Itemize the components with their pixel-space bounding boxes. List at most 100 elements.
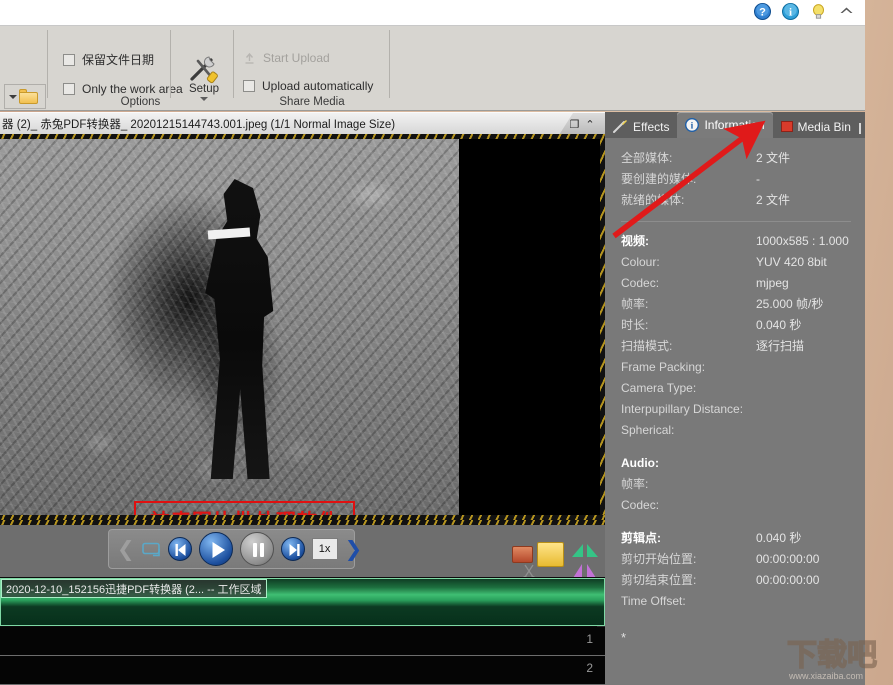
info-row: Frame Packing:	[621, 357, 851, 378]
ribbon-group-share-media: Start Upload Upload automatically Share …	[234, 26, 390, 111]
info-value: 2 文件	[756, 151, 791, 165]
loop-icon[interactable]	[141, 542, 161, 557]
preview-window-buttons: ❐ ⌃	[559, 113, 605, 135]
video-section: 视频: 1000x585 : 1.000 Colour: YUV 420 8bi…	[621, 231, 851, 441]
info-row: 剪切结束位置: 00:00:00:00	[621, 570, 851, 591]
tab-media-bin[interactable]: Media Bin	[772, 115, 859, 138]
video-preview-area[interactable]: 神奇图片批处理软件 shenqixiangsu.com	[0, 134, 605, 563]
info-key: 剪切开始位置:	[621, 552, 697, 566]
timeline-track-2[interactable]: 2	[0, 656, 605, 685]
float-window-icon[interactable]	[858, 123, 861, 134]
information-panel-body: 全部媒体: 2 文件 要创建的媒体: - 就绪的媒体: 2 文件 视频: 100…	[605, 138, 865, 685]
help-icon[interactable]: ?	[754, 3, 771, 20]
ribbon-group-caption-options: Options	[120, 96, 161, 108]
checkbox-label: Upload automatically	[262, 79, 374, 93]
wand-icon	[613, 120, 627, 133]
info-row: 剪切开始位置: 00:00:00:00	[621, 549, 851, 570]
ribbon-toolbar: 保留文件日期 Only the work area Setup Options	[0, 26, 865, 111]
playback-controls: ❮ 1x ❯	[108, 529, 362, 569]
next-chevron-button[interactable]: ❯	[345, 539, 363, 560]
previous-chevron-button[interactable]: ❮	[117, 539, 135, 560]
ribbon-separator	[389, 30, 390, 98]
play-button[interactable]	[198, 532, 233, 566]
checkbox-label: 保留文件日期	[82, 53, 155, 67]
info-row: 扫描模式: 逐行扫描	[621, 336, 851, 357]
trim-right-icon[interactable]	[586, 544, 598, 558]
info-row: 帧率: 25.000 帧/秒	[621, 294, 851, 315]
timeline-clip[interactable]: 2020-12-10_152156迅捷PDF转换器 (2... -- 工作区域	[0, 578, 605, 626]
svg-text:i: i	[691, 122, 694, 132]
info-value: 25.000 帧/秒	[756, 297, 824, 311]
ribbon-group-open	[0, 26, 47, 111]
info-key: Interpupillary Distance:	[621, 402, 744, 416]
info-value: 00:00:00:00	[756, 573, 820, 587]
info-value: 0.040 秒	[756, 531, 802, 545]
info-key: 扫描模式:	[621, 339, 673, 353]
tip-bulb-icon[interactable]	[810, 3, 827, 20]
checkbox-keep-file-date[interactable]: 保留文件日期	[63, 51, 183, 68]
collapse-window-button[interactable]: ⌃	[585, 118, 594, 131]
application-title-bar: ? i	[0, 0, 865, 26]
info-value: 1000x585 : 1.000	[756, 234, 849, 248]
info-row: Codec:	[621, 495, 851, 516]
info-row: 时长: 0.040 秒	[621, 315, 851, 336]
checkbox-only-work-area[interactable]: Only the work area	[63, 82, 183, 96]
timeline-track-1[interactable]: 1	[0, 627, 605, 656]
info-key: Codec:	[621, 498, 660, 512]
tab-label: Information	[704, 118, 765, 132]
info-row: 要创建的媒体: -	[621, 169, 851, 190]
start-upload-button[interactable]: Start Upload	[243, 51, 373, 65]
ribbon-group-options: 保留文件日期 Only the work area Setup Options	[48, 26, 233, 111]
home-icon[interactable]	[838, 3, 855, 20]
trim-left-icon[interactable]	[572, 544, 584, 558]
timeline-clip-label: 2020-12-10_152156迅捷PDF转换器 (2... -- 工作区域	[1, 579, 267, 598]
info-icon[interactable]: i	[782, 3, 799, 20]
info-key: Audio:	[621, 456, 659, 470]
info-row: Spherical:	[621, 420, 851, 441]
video-stage[interactable]: 神奇图片批处理软件 shenqixiangsu.com	[0, 139, 600, 563]
start-upload-label: Start Upload	[263, 51, 330, 65]
preview-image-figure	[205, 179, 274, 479]
mark-in-button[interactable]	[512, 546, 533, 563]
media-summary-section: 全部媒体: 2 文件 要创建的媒体: - 就绪的媒体: 2 文件	[621, 148, 851, 211]
edit-tool-cluster	[512, 542, 598, 580]
timeline-panel[interactable]: 2020-12-10_152156迅捷PDF转换器 (2... -- 工作区域 …	[0, 577, 605, 685]
caret-down-icon[interactable]	[9, 94, 17, 99]
info-key: 就绪的媒体:	[621, 193, 685, 207]
checkbox-box[interactable]	[63, 53, 75, 66]
info-row: Interpupillary Distance:	[621, 399, 851, 420]
pause-button[interactable]	[239, 532, 274, 566]
info-row: Camera Type:	[621, 378, 851, 399]
info-key: Time Offset:	[621, 594, 686, 608]
section-divider	[621, 221, 851, 222]
checkbox-box[interactable]	[63, 83, 75, 95]
mark-out-button[interactable]	[537, 542, 564, 567]
tab-effects[interactable]: Effects	[605, 115, 678, 138]
tab-label: Effects	[633, 119, 670, 134]
right-dock-panel: Effects i Information Media Bin 全部媒体: 2 …	[605, 112, 865, 685]
checkbox-upload-automatically[interactable]: Upload automatically	[243, 79, 373, 93]
info-row: 帧率:	[621, 474, 851, 495]
media-bin-icon	[780, 121, 793, 132]
tab-information[interactable]: i Information	[677, 112, 773, 138]
info-row: 视频: 1000x585 : 1.000	[621, 231, 851, 252]
preview-file-name: 器 (2)_ 赤兔PDF转换器_ 20201215144743.001.jpeg…	[2, 118, 396, 131]
clip-points-section: 剪辑点: 0.040 秒 剪切开始位置: 00:00:00:00 剪切结束位置:…	[621, 528, 851, 612]
svg-text:i: i	[789, 7, 792, 19]
transport-border-hatch	[0, 520, 605, 525]
info-key: 帧率:	[621, 477, 649, 491]
info-row: Colour: YUV 420 8bit	[621, 252, 851, 273]
info-key: 帧率:	[621, 297, 649, 311]
transport-control-bar: ❮ 1x ❯	[0, 520, 605, 580]
skip-to-end-button[interactable]	[280, 537, 305, 561]
open-folder-icon[interactable]	[19, 89, 38, 104]
checkbox-box[interactable]	[243, 80, 255, 92]
audio-section: Audio: 帧率: Codec:	[621, 453, 851, 516]
playback-speed-button[interactable]: 1x	[311, 538, 338, 560]
skip-to-start-button[interactable]	[167, 537, 192, 561]
info-row: Codec: mjpeg	[621, 273, 851, 294]
info-value: -	[756, 172, 760, 186]
open-file-button[interactable]	[4, 84, 46, 109]
restore-window-button[interactable]: ❐	[569, 118, 579, 131]
svg-text:?: ?	[759, 7, 766, 19]
